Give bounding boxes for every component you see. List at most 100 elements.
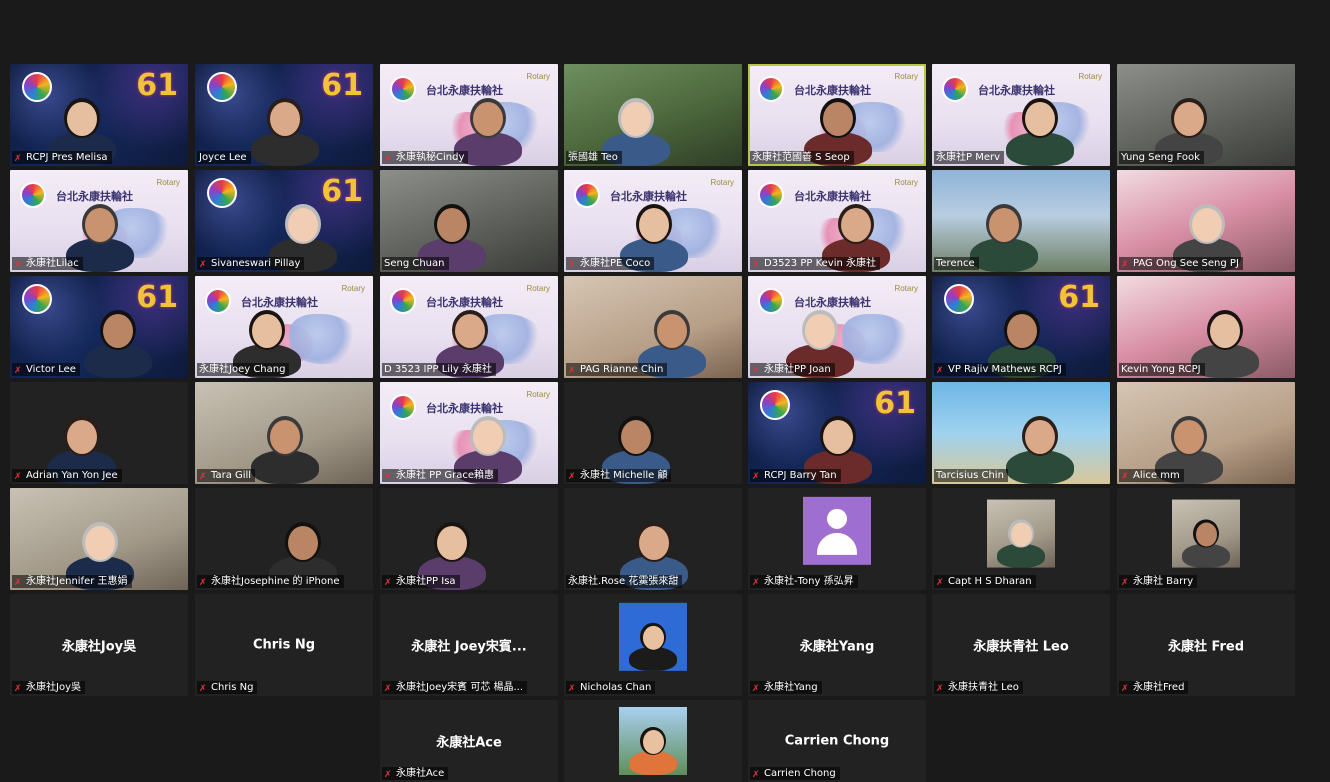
participant-tile[interactable]: ✗ Alice mm (1117, 382, 1295, 484)
participant-tile[interactable]: ✗ Nicholas Chan (564, 594, 742, 696)
participant-face (989, 208, 1019, 242)
participant-name: Victor Lee (26, 364, 76, 375)
club-banner-title: 台北永康扶輪社 (978, 84, 1055, 97)
club-banner-title: 台北永康扶輪社 (426, 84, 503, 97)
participant-name-tag: Yung Seng Fook (1119, 151, 1204, 164)
club-logo-icon (390, 288, 416, 314)
participant-tile[interactable]: ✗ PAG Ong See Seng PJ (1117, 170, 1295, 272)
rotary-globe-icon (22, 284, 52, 314)
mic-muted-icon: ✗ (14, 578, 22, 588)
club-banner-title: 台北永康扶輪社 (794, 190, 871, 203)
participant-tile[interactable]: Terence (932, 170, 1110, 272)
participant-tile[interactable]: 台北永康扶輪社 Rotary 永康社范國善 S Seop (748, 64, 926, 166)
participant-face (841, 208, 871, 242)
participant-tile[interactable]: 台北永康扶輪社 Rotary 永康社P Merv (932, 64, 1110, 166)
participant-tile[interactable]: 61 ✗ VP Rajiv Mathews RCPJ (932, 276, 1110, 378)
participant-tile[interactable]: ✗ 永康社Josephine 的 iPhone (195, 488, 373, 590)
participant-tile[interactable]: 台北永康扶輪社 Rotary ✗ D3523 PP Kevin 永康社 (748, 170, 926, 272)
participant-tile[interactable]: 61 ✗ Sivaneswari Pillay (195, 170, 373, 272)
participant-tile[interactable]: Carrien Chong ✗ Carrien Chong (748, 700, 926, 782)
rotary-globe-icon (944, 284, 974, 314)
participant-face (1025, 420, 1055, 454)
mic-muted-icon: ✗ (752, 260, 760, 270)
participant-display-name: 永康社Ace (436, 735, 502, 751)
participant-tile[interactable]: 永康社Joy吳 ✗ 永康社Joy吳 (10, 594, 188, 696)
participant-name-tag: ✗ Victor Lee (12, 363, 80, 376)
rotary-label: Rotary (1078, 72, 1102, 81)
anniversary-61-logo: 61 (1058, 280, 1100, 315)
mic-muted-icon: ✗ (752, 472, 760, 482)
mic-muted-icon: ✗ (568, 366, 576, 376)
participant-tile[interactable]: 台北永康扶輪社 Rotary ✗ 永康社Lilac (10, 170, 188, 272)
participant-tile[interactable]: ✗ 永康社PP Isa (380, 488, 558, 590)
anniversary-61-logo: 61 (321, 174, 363, 209)
participant-name-tag: D 3523 IPP Lily 永康社 (382, 363, 496, 376)
participant-name: 永康社范國善 S Seop (752, 152, 850, 163)
mic-muted-icon: ✗ (1121, 472, 1129, 482)
participant-display-name: 永康社Joy吳 (61, 639, 137, 655)
participant-tile[interactable]: 永康扶青社 Leo ✗ 永康扶青社 Leo (932, 594, 1110, 696)
participant-tile[interactable] (564, 700, 742, 782)
participant-tile[interactable]: 61 ✗ RCPJ Barry Tan (748, 382, 926, 484)
participant-face (473, 420, 503, 454)
participant-face (639, 208, 669, 242)
participant-tile[interactable]: ✗ 永康社 Michelle 顧 (564, 382, 742, 484)
participant-name: 永康社 Barry (1133, 576, 1194, 587)
participant-name-tag: ✗ 永康社PE Coco (566, 257, 655, 270)
participant-display-name: Carrien Chong (784, 733, 890, 749)
participant-name-tag: ✗ 永康社 PP Grace賴惠 (382, 469, 499, 482)
rotary-label: Rotary (526, 72, 550, 81)
mic-muted-icon: ✗ (199, 260, 207, 270)
mic-muted-icon: ✗ (936, 578, 944, 588)
participant-tile[interactable]: ✗ Capt H S Dharan (932, 488, 1110, 590)
participant-tile[interactable]: Kevin Yong RCPJ (1117, 276, 1295, 378)
participant-tile[interactable]: ✗ 永康社Jennifer 王惠娟 (10, 488, 188, 590)
participant-tile[interactable]: Chris Ng ✗ Chris Ng (195, 594, 373, 696)
rotary-globe-icon (207, 178, 237, 208)
gallery-view: 61 ✗ RCPJ Pres Melisa 61 Joyce Lee 台北永康扶輪社 Rot… (0, 0, 1330, 782)
participant-name-tag: ✗ Tara Gill (197, 469, 256, 482)
participant-tile[interactable]: 台北永康扶輪社 Rotary D 3523 IPP Lily 永康社 (380, 276, 558, 378)
participant-tile[interactable]: ✗ Tara Gill (195, 382, 373, 484)
participant-name-tag: ✗ VP Rajiv Mathews RCPJ (934, 363, 1066, 376)
participant-name: 永康社Josephine 的 iPhone (211, 576, 340, 587)
profile-photo (619, 602, 687, 671)
participant-tile[interactable]: 61 ✗ RCPJ Pres Melisa (10, 64, 188, 166)
participant-face (1174, 420, 1204, 454)
participant-name-tag: Terence (934, 257, 979, 270)
participant-name-tag: ✗ 永康社Jennifer 王惠娟 (12, 575, 132, 588)
participant-tile[interactable]: 台北永康扶輪社 Rotary 永康社Joey Chang (195, 276, 373, 378)
participant-tile[interactable]: ✗ 永康社-Tony 孫弘昇 (748, 488, 926, 590)
participant-name-tag: ✗ Capt H S Dharan (934, 575, 1036, 588)
profile-photo (619, 707, 687, 775)
participant-tile[interactable]: 台北永康扶輪社 Rotary ✗ 永康社PE Coco (564, 170, 742, 272)
participant-name-tag: 永康社Joey Chang (197, 363, 290, 376)
participant-tile[interactable]: 張國雄 Teo (564, 64, 742, 166)
participant-tile[interactable]: ✗ PAG Rianne Chin (564, 276, 742, 378)
mic-muted-icon: ✗ (752, 770, 760, 780)
participant-tile[interactable]: ✗ 永康社 Barry (1117, 488, 1295, 590)
participant-tile[interactable]: Yung Seng Fook (1117, 64, 1295, 166)
anniversary-61-logo: 61 (136, 280, 178, 315)
participant-tile[interactable]: 永康社Yang ✗ 永康社Yang (748, 594, 926, 696)
participant-name: 永康社PP Joan (764, 364, 831, 375)
participant-tile[interactable]: ✗ Adrian Yan Yon Jee (10, 382, 188, 484)
participant-tile[interactable]: 台北永康扶輪社 Rotary ✗ 永康社 PP Grace賴惠 (380, 382, 558, 484)
participant-tile[interactable]: 61 Joyce Lee (195, 64, 373, 166)
participant-tile[interactable]: 台北永康扶輪社 Rotary ✗ 永康執秘Cindy (380, 64, 558, 166)
rotary-label: Rotary (710, 178, 734, 187)
participant-name: 永康社 PP Grace賴惠 (396, 470, 495, 481)
participant-tile[interactable]: 永康社 Joey宋賓... ✗ 永康社Joey宋賓 可芯 楊晶... (380, 594, 558, 696)
participant-tile[interactable]: 61 ✗ Victor Lee (10, 276, 188, 378)
participant-tile[interactable]: Seng Chuan (380, 170, 558, 272)
participant-face (67, 420, 97, 454)
participant-tile[interactable]: Tarcisius Chin (932, 382, 1110, 484)
participant-face (621, 102, 651, 136)
participant-tile[interactable]: 永康社 Fred ✗ 永康社Fred (1117, 594, 1295, 696)
mic-muted-icon: ✗ (936, 366, 944, 376)
participant-tile[interactable]: 永康社.Rose 花霙張來甜 (564, 488, 742, 590)
participant-name-tag: Seng Chuan (382, 257, 449, 270)
mic-muted-icon: ✗ (568, 684, 576, 694)
participant-tile[interactable]: 台北永康扶輪社 Rotary ✗ 永康社PP Joan (748, 276, 926, 378)
participant-tile[interactable]: 永康社Ace ✗ 永康社Ace (380, 700, 558, 782)
